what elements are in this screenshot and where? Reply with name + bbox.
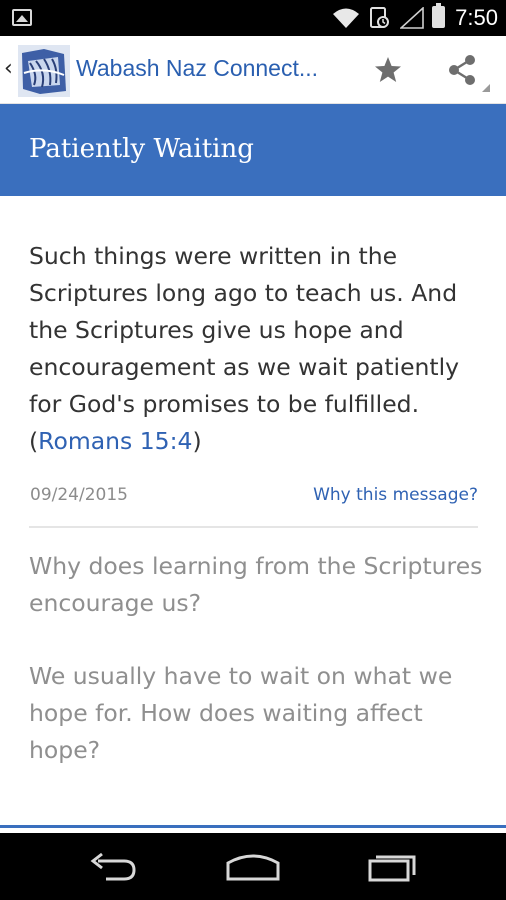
scripture-reference-link[interactable]: Romans 15:4 [38,427,192,455]
ref-open-paren: ( [29,427,39,455]
divider [29,526,478,528]
bottom-accent-line [0,825,506,828]
up-navigation-button[interactable]: ‹ Wabash Naz Connect... [0,36,345,104]
chevron-left-icon: ‹ [4,56,13,81]
message-title: Patiently Waiting [29,134,254,164]
sync-icon [370,7,389,28]
ref-close-paren: ) [192,427,202,455]
share-icon [449,55,475,85]
message-date: 09/24/2015 [30,485,128,505]
action-bar: ‹ Wabash Naz Connect... [0,36,506,104]
home-icon[interactable] [224,851,282,883]
battery-icon [432,3,445,28]
app-logo-icon [18,45,70,97]
recents-icon[interactable] [366,851,418,883]
back-icon[interactable] [88,851,138,883]
reflection-question: We usually have to wait on what we hope … [29,662,453,764]
share-button[interactable] [440,48,490,92]
notification-image-icon [12,9,32,26]
star-icon[interactable] [368,50,408,90]
message-header-banner: Patiently Waiting [0,104,506,196]
verse-body: Such things were written in the Scriptur… [29,242,460,418]
wifi-icon [333,8,359,28]
signal-icon [400,7,424,29]
overflow-corner-indicator [482,84,490,92]
system-navigation-bar [0,833,506,900]
reflection-question: Why does learning from the Scriptures en… [29,552,483,617]
app-title: Wabash Naz Connect... [76,55,319,81]
status-time: 7:50 [455,5,498,30]
verse-text: Such things were written in the Scriptur… [29,238,489,460]
why-this-message-link[interactable]: Why this message? [313,485,478,505]
status-bar: 7:50 [0,0,506,36]
